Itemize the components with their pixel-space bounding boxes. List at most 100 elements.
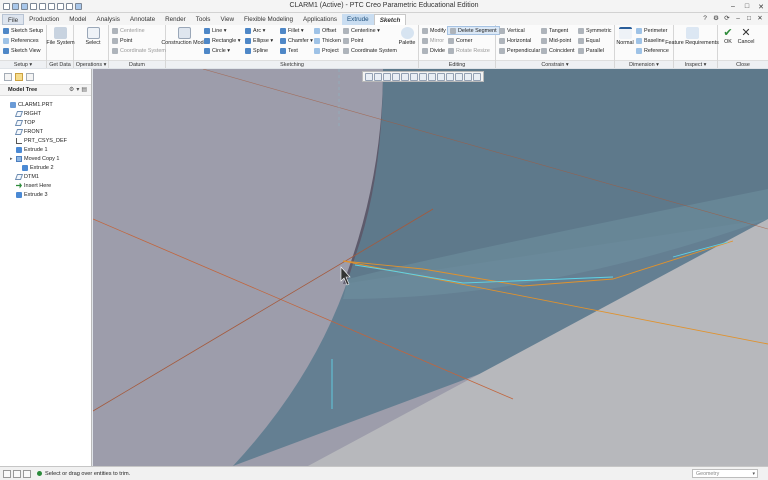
zoom-out-icon[interactable] [383,72,391,81]
thicken-button[interactable]: Thicken [314,36,341,45]
tangent-constraint-button[interactable]: Tangent [541,26,568,35]
view-manager-icon[interactable] [419,72,427,81]
fillet-button[interactable]: Fillet ▾ [280,26,304,35]
close-button[interactable]: ✕ [754,0,768,13]
redo-icon[interactable] [39,2,46,10]
select-button[interactable]: Select [84,27,102,46]
delete-segment-button[interactable]: Delete Segment [447,26,500,35]
tree-item[interactable]: CLARM1.PRT [0,100,91,109]
tab-sketch[interactable]: Sketch [373,13,407,25]
datum-point-button[interactable]: Point [112,36,132,45]
spin-center-icon[interactable] [455,72,463,81]
feature-requirements-button[interactable]: Feature Requirements [665,27,719,46]
datum-display-icon[interactable] [437,72,445,81]
new-file-icon[interactable] [3,2,10,10]
sketcher-display-icon[interactable] [464,72,472,81]
tree-filter-icon[interactable]: ▾ [76,86,79,93]
tab-extrude[interactable]: Extrude [341,13,374,25]
ok-button[interactable]: ✔ OK [721,27,735,45]
spline-button[interactable]: Spline [245,46,268,55]
group-label-dimension[interactable]: Dimension ▾ [615,60,673,68]
tree-item[interactable]: ▸ Moved Copy 1 [0,154,91,163]
saved-orientations-icon[interactable] [410,72,418,81]
folder-browser-tab-icon[interactable] [15,72,23,81]
selection-filter-dropdown[interactable]: Geometry [692,469,758,478]
repaint-icon[interactable] [392,72,400,81]
tab-render[interactable]: Render [160,14,191,25]
annotation-display-icon[interactable] [446,72,454,81]
divide-button[interactable]: Divide [422,46,445,55]
tree-item[interactable]: DTM1 [0,172,91,181]
arc-button[interactable]: Arc ▾ [245,26,265,35]
close-window-icon[interactable] [66,2,73,10]
group-label-setup[interactable]: Setup ▾ [0,60,46,68]
chamfer-button[interactable]: Chamfer ▾ [280,36,313,45]
browser-toggle-icon[interactable] [13,469,21,478]
tab-file[interactable]: File [2,13,25,25]
windows-icon[interactable] [57,2,64,10]
tab-applications[interactable]: Applications [298,14,342,25]
modify-button[interactable]: Modify [422,26,446,35]
tab-production[interactable]: Production [24,14,64,25]
palette-button[interactable]: Palette [397,27,417,46]
display-style-icon[interactable] [401,72,409,81]
normal-dimension-button[interactable]: Normal [616,27,634,46]
zoom-in-icon[interactable] [374,72,382,81]
datum-centerline-button[interactable]: Centerline [112,26,145,35]
tree-item[interactable]: FRONT [0,127,91,136]
group-label-inspect[interactable]: Inspect ▾ [674,60,717,68]
rotate-resize-button[interactable]: Rotate Resize [448,46,490,55]
reference-dimension-button[interactable]: Reference [636,46,669,55]
perpendicular-constraint-button[interactable]: Perpendicular [499,46,540,55]
sketch-view-button[interactable]: Sketch View [3,46,41,55]
tree-item[interactable]: RIGHT [0,109,91,118]
graphics-window[interactable] [93,69,768,466]
equal-constraint-button[interactable]: Equal [578,36,600,45]
tree-item[interactable]: TOP [0,118,91,127]
circle-button[interactable]: Circle ▾ [204,46,230,55]
construction-mode-button[interactable]: Construction Mode [161,27,207,46]
tree-item[interactable]: Extrude 2 [0,163,91,172]
tab-analysis[interactable]: Analysis [91,14,124,25]
sketch-coordinate-system-button[interactable]: Coordinate System [343,46,397,55]
tab-model[interactable]: Model [64,14,91,25]
perimeter-button[interactable]: Perimeter [636,26,667,35]
tree-item[interactable]: PRT_CSYS_DEF [0,136,91,145]
save-icon[interactable] [21,2,28,10]
file-system-button[interactable]: File System [46,27,75,46]
help-icon[interactable]: ? [701,14,709,22]
refit-icon[interactable] [365,72,373,81]
open-file-icon[interactable] [12,2,19,10]
corner-button[interactable]: Corner [448,36,472,45]
tab-flexible-modeling[interactable]: Flexible Modeling [239,14,298,25]
tree-expand-icon[interactable]: ▸ [10,156,14,162]
maximize-button[interactable]: □ [740,0,754,13]
refresh-icon[interactable]: ⟳ [723,14,731,22]
sketch-setup-button[interactable]: Sketch Setup [3,26,43,35]
datum-coordinate-system-button[interactable]: Coordinate System [112,46,166,55]
text-button[interactable]: Text [280,46,298,55]
baseline-button[interactable]: Baseline [636,36,665,45]
vertical-constraint-button[interactable]: Vertical [499,26,525,35]
tree-settings-icon[interactable]: ⚙ [69,86,74,93]
perspective-icon[interactable] [428,72,436,81]
tab-tools[interactable]: Tools [191,14,216,25]
group-label-operations[interactable]: Operations ▾ [74,60,108,68]
sketch-centerline-button[interactable]: Centerline ▾ [343,26,380,35]
favorites-tab-icon[interactable] [26,72,34,81]
ellipse-button[interactable]: Ellipse ▾ [245,36,273,45]
sketch-view-orient-icon[interactable] [473,72,481,81]
ribbon-restore-icon[interactable]: □ [745,14,753,22]
ribbon-close-icon[interactable]: ✕ [756,14,764,22]
navigator-toggle-icon[interactable] [3,469,11,478]
tree-show-icon[interactable]: ▤ [81,86,87,93]
coincident-constraint-button[interactable]: Coincident [541,46,574,55]
midpoint-constraint-button[interactable]: Mid-point [541,36,571,45]
regenerate-icon[interactable] [48,2,55,10]
tree-item[interactable]: Extrude 3 [0,190,91,199]
minimize-button[interactable]: – [726,0,740,13]
parallel-constraint-button[interactable]: Parallel [578,46,604,55]
group-label-constrain[interactable]: Constrain ▾ [496,60,614,68]
line-button[interactable]: Line ▾ [204,26,226,35]
model-viewport[interactable] [93,69,768,466]
